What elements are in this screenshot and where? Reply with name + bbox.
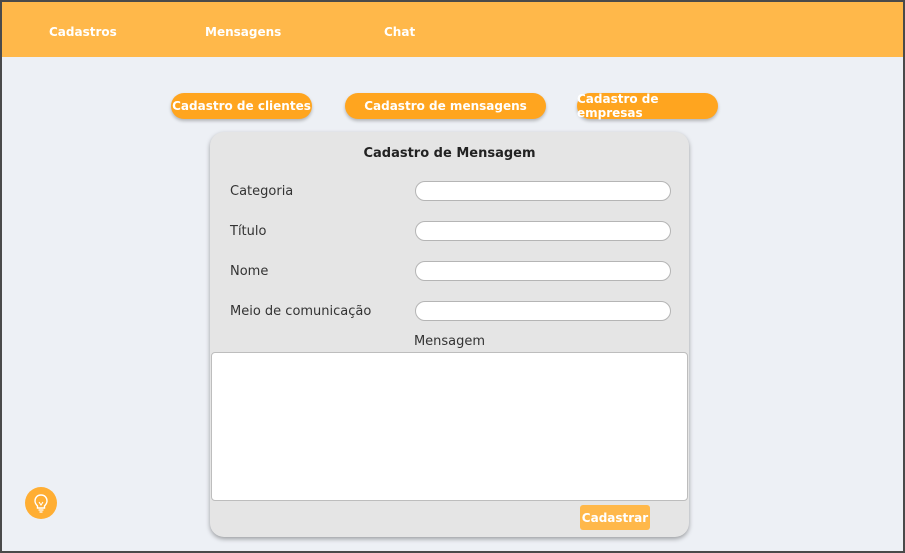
help-button[interactable] — [25, 487, 57, 519]
nav-item-cadastros[interactable]: Cadastros — [49, 25, 117, 39]
titulo-input[interactable] — [415, 221, 671, 241]
top-navbar: Cadastros Mensagens Chat — [2, 2, 903, 57]
meio-comunicacao-input[interactable] — [415, 301, 671, 321]
message-form-card: Cadastro de Mensagem Categoria Título No… — [210, 132, 689, 537]
categoria-label: Categoria — [230, 184, 294, 199]
meio-comunicacao-label: Meio de comunicação — [230, 304, 372, 319]
mensagem-textarea[interactable] — [211, 352, 688, 501]
nav-item-chat[interactable]: Chat — [384, 25, 415, 39]
tab-cadastro-empresas[interactable]: Cadastro de empresas — [577, 92, 718, 120]
mensagem-label: Mensagem — [413, 334, 486, 349]
nome-label: Nome — [230, 264, 269, 279]
tab-cadastro-clientes[interactable]: Cadastro de clientes — [171, 93, 312, 119]
nome-input[interactable] — [415, 261, 671, 281]
cadastrar-button[interactable]: Cadastrar — [580, 505, 650, 530]
tab-cadastro-mensagens[interactable]: Cadastro de mensagens — [345, 93, 546, 119]
app-window: Cadastros Mensagens Chat Cadastro de cli… — [0, 0, 905, 553]
nav-item-mensagens[interactable]: Mensagens — [205, 25, 281, 39]
form-title: Cadastro de Mensagem — [363, 146, 536, 161]
lightbulb-icon — [34, 494, 48, 513]
categoria-input[interactable] — [415, 181, 671, 201]
titulo-label: Título — [230, 224, 267, 239]
